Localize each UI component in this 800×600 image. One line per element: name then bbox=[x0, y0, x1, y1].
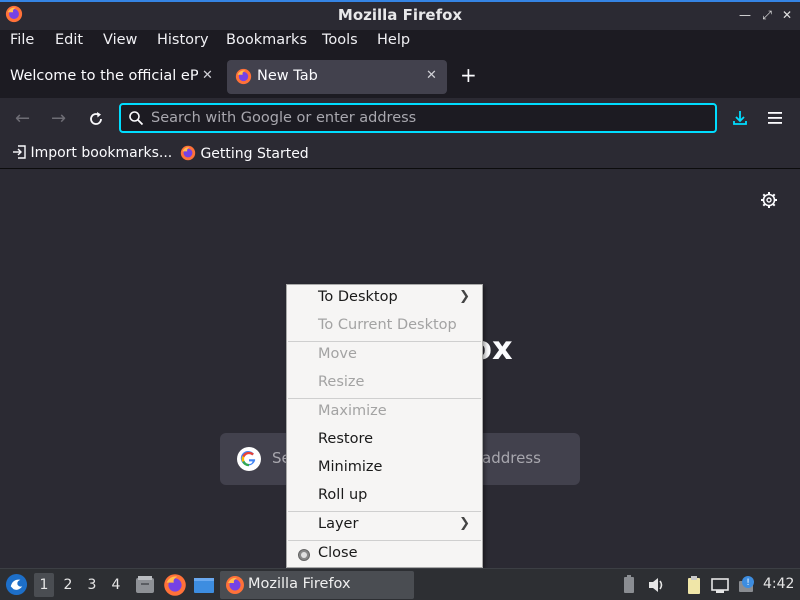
hamburger-menu-icon[interactable] bbox=[767, 111, 783, 125]
svg-text:!: ! bbox=[746, 578, 750, 588]
menu-item-label: Move bbox=[318, 346, 357, 362]
submenu-arrow-icon: ❯ bbox=[459, 516, 470, 531]
menu-item-close[interactable]: Close bbox=[287, 541, 482, 569]
close-bullet-icon bbox=[298, 549, 310, 561]
menu-item-label: Layer bbox=[318, 516, 359, 532]
menu-view[interactable]: View bbox=[103, 32, 137, 48]
taskbar-window-label: Mozilla Firefox bbox=[248, 576, 351, 592]
start-menu-icon[interactable] bbox=[5, 573, 28, 596]
menu-item-restore[interactable]: Restore bbox=[287, 427, 482, 455]
content-search-placeholder-end: address bbox=[482, 449, 541, 467]
download-icon[interactable] bbox=[731, 109, 749, 127]
desktop-switch-4[interactable]: 4 bbox=[106, 573, 126, 597]
firefox-icon bbox=[180, 145, 196, 161]
tab-welcome[interactable]: Welcome to the official ePSX ✕ bbox=[0, 60, 222, 94]
menu-item-label: Restore bbox=[318, 431, 374, 447]
submenu-arrow-icon: ❯ bbox=[459, 289, 470, 304]
menu-item-roll-up[interactable]: Roll up bbox=[287, 483, 482, 511]
menu-item-resize: Resize bbox=[287, 370, 482, 398]
tab-strip: Welcome to the official ePSX ✕ New Tab ✕ bbox=[0, 56, 800, 98]
bookmark-import[interactable]: Import bookmarks... bbox=[12, 145, 172, 161]
menu-item-to-desktop[interactable]: To Desktop ❯ bbox=[287, 285, 482, 313]
google-icon bbox=[237, 447, 261, 471]
menu-bookmarks[interactable]: Bookmarks bbox=[226, 32, 307, 48]
menu-item-label: Roll up bbox=[318, 487, 368, 503]
menu-item-move: Move bbox=[287, 342, 482, 370]
menu-item-label: To Current Desktop bbox=[318, 317, 457, 333]
tab-close-icon[interactable]: ✕ bbox=[426, 68, 437, 83]
menu-item-layer[interactable]: Layer ❯ bbox=[287, 512, 482, 540]
menu-history[interactable]: History bbox=[157, 32, 209, 48]
menu-item-label: Minimize bbox=[318, 459, 383, 475]
import-icon bbox=[13, 145, 26, 159]
clipboard-icon[interactable] bbox=[684, 575, 704, 595]
menu-item-label: To Desktop bbox=[318, 289, 398, 305]
nav-toolbar: ← → bbox=[0, 98, 800, 140]
new-tab-button[interactable]: + bbox=[460, 63, 477, 87]
taskbar-window-firefox[interactable]: Mozilla Firefox bbox=[220, 571, 414, 599]
reload-icon[interactable] bbox=[87, 110, 105, 128]
search-icon bbox=[129, 111, 144, 126]
menu-help[interactable]: Help bbox=[377, 32, 410, 48]
tab-new-tab[interactable]: New Tab ✕ bbox=[227, 60, 447, 94]
close-icon[interactable]: ✕ bbox=[779, 7, 795, 23]
menu-file[interactable]: File bbox=[10, 32, 34, 48]
menu-item-label: Close bbox=[318, 545, 358, 561]
clock[interactable]: 4:42 bbox=[763, 576, 794, 592]
back-icon[interactable]: ← bbox=[15, 108, 30, 129]
window-context-menu: To Desktop ❯ To Current Desktop Move Res… bbox=[286, 284, 483, 568]
menu-item-maximize: Maximize bbox=[287, 399, 482, 427]
menubar: File Edit View History Bookmarks Tools H… bbox=[0, 30, 800, 54]
tab-close-icon[interactable]: ✕ bbox=[202, 68, 213, 83]
forward-icon[interactable]: → bbox=[51, 108, 66, 129]
bookmarks-toolbar: Import bookmarks... Getting Started bbox=[0, 140, 800, 169]
restore-icon[interactable]: ⤢ bbox=[759, 7, 775, 23]
tab-label: Welcome to the official ePSX bbox=[10, 68, 198, 84]
url-input[interactable] bbox=[151, 108, 701, 128]
firefox-icon[interactable] bbox=[163, 573, 187, 597]
menu-edit[interactable]: Edit bbox=[55, 32, 83, 48]
bookmark-label: Import bookmarks... bbox=[30, 145, 173, 161]
minimize-icon[interactable]: — bbox=[737, 7, 753, 23]
window-title: Mozilla Firefox bbox=[337, 6, 463, 24]
firefox-icon bbox=[235, 68, 252, 85]
menu-item-to-current-desktop: To Current Desktop bbox=[287, 313, 482, 341]
menu-tools[interactable]: Tools bbox=[322, 32, 358, 48]
file-manager-icon[interactable] bbox=[133, 573, 157, 597]
menu-item-label: Resize bbox=[318, 374, 365, 390]
firefox-icon bbox=[226, 576, 244, 594]
notification-icon[interactable]: ! bbox=[737, 575, 757, 595]
desktop-switch-2[interactable]: 2 bbox=[58, 573, 78, 597]
volume-icon[interactable] bbox=[647, 575, 667, 595]
bookmark-getting-started[interactable]: Getting Started bbox=[180, 145, 309, 162]
menu-item-label: Maximize bbox=[318, 403, 387, 419]
battery-icon[interactable] bbox=[619, 575, 639, 595]
show-desktop-icon[interactable] bbox=[192, 573, 216, 597]
gear-icon[interactable] bbox=[760, 191, 778, 209]
desktop-switch-1[interactable]: 1 bbox=[34, 573, 54, 597]
taskbar: 1 2 3 4 Mozilla Firefox ! 4:42 bbox=[0, 568, 800, 600]
url-bar[interactable] bbox=[119, 103, 717, 133]
desktop-switch-3[interactable]: 3 bbox=[82, 573, 102, 597]
window-titlebar[interactable]: Mozilla Firefox — ⤢ ✕ bbox=[0, 0, 800, 30]
tab-label: New Tab bbox=[257, 68, 318, 84]
network-icon[interactable] bbox=[710, 575, 730, 595]
menu-item-minimize[interactable]: Minimize bbox=[287, 455, 482, 483]
bookmark-label: Getting Started bbox=[200, 146, 309, 162]
